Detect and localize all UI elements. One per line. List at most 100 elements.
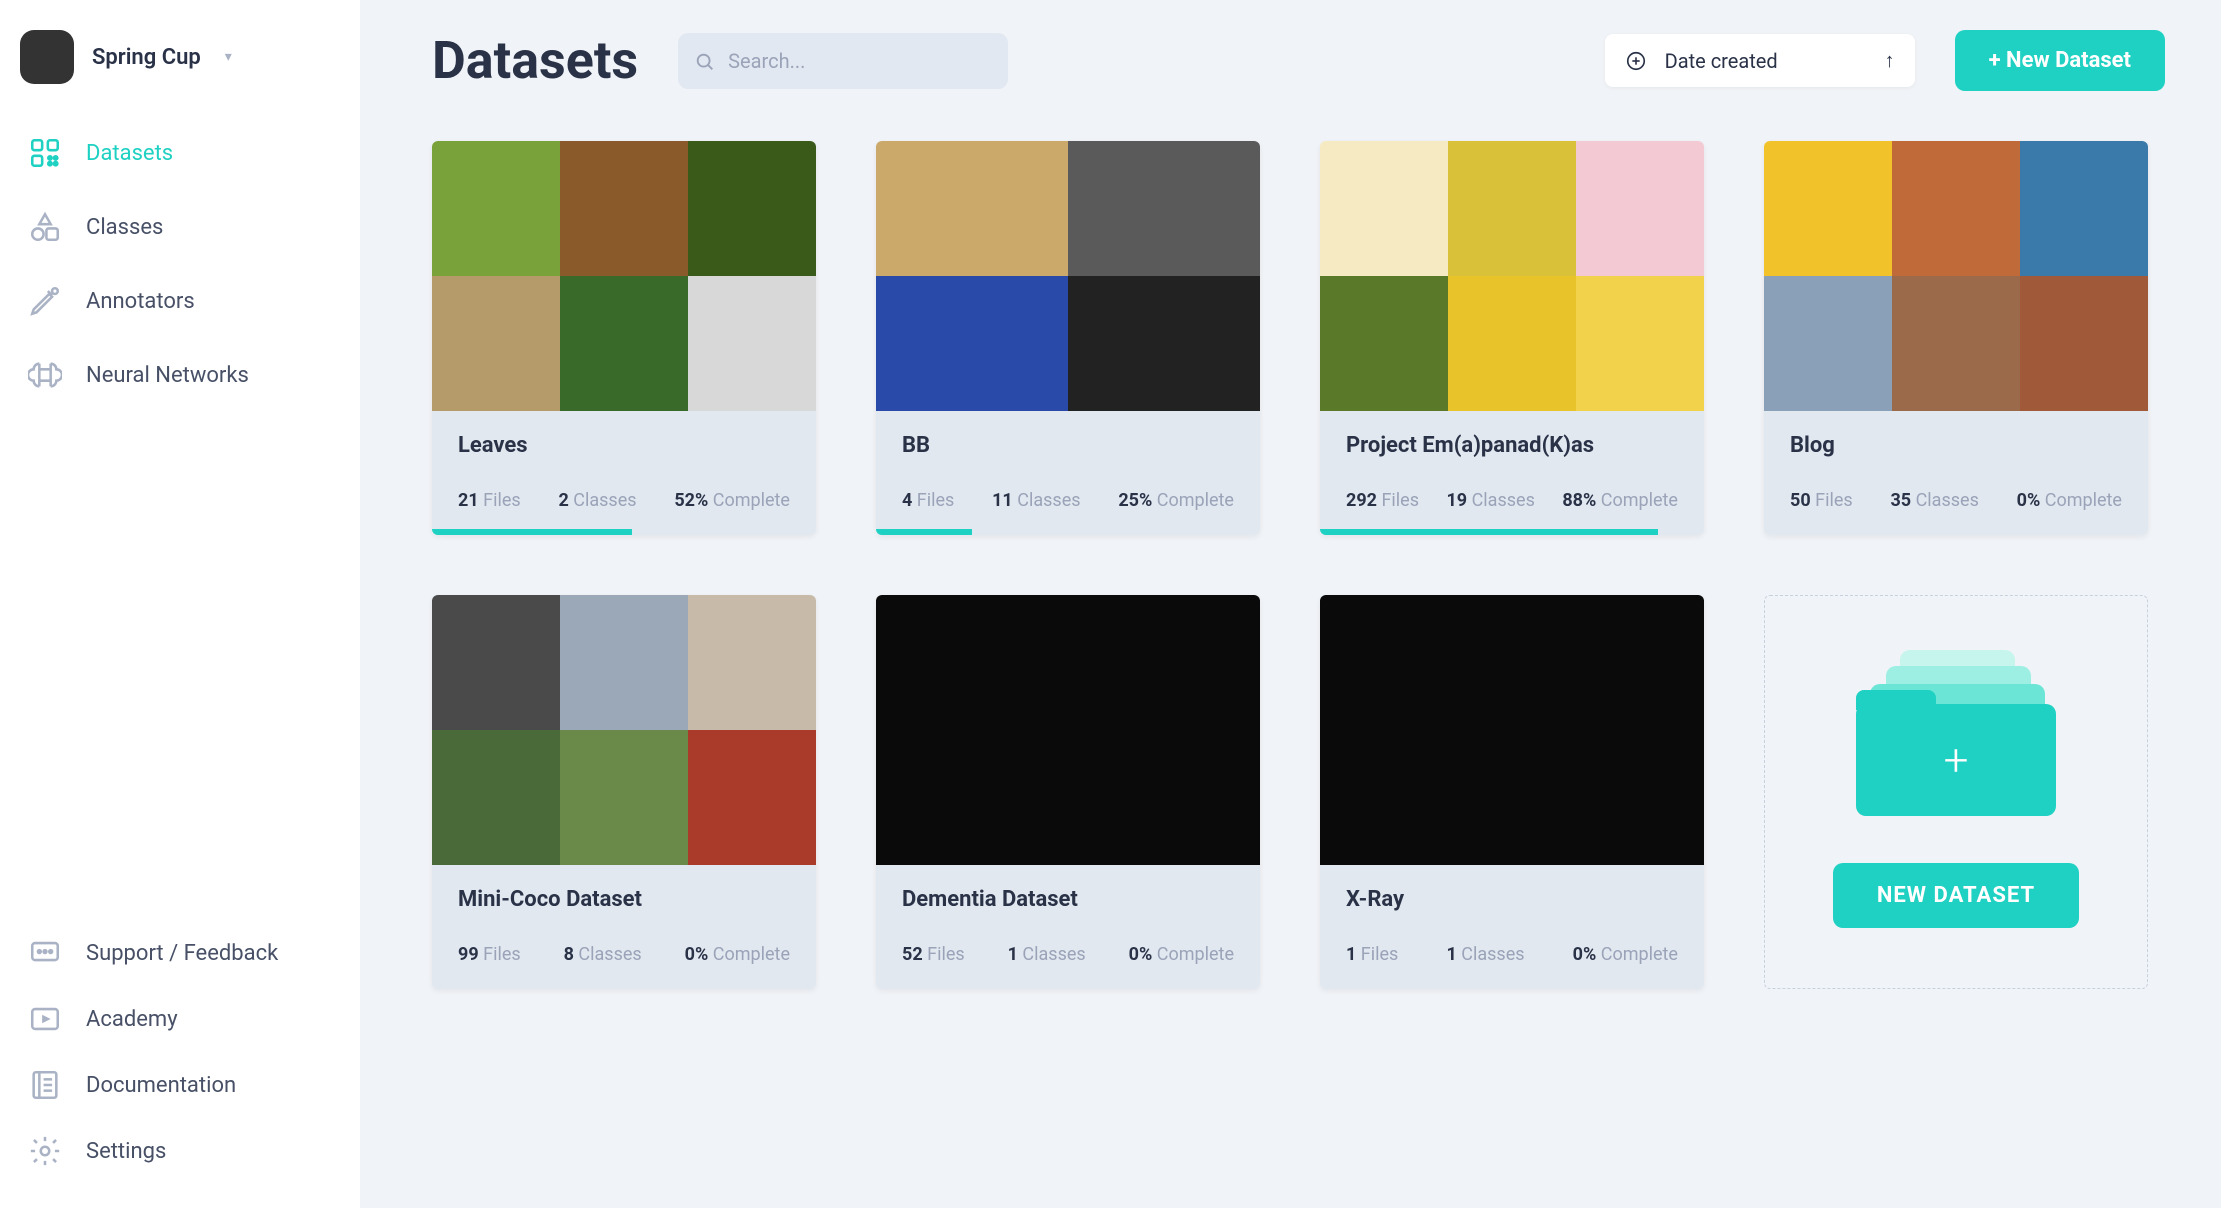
files-stat: 4 Files bbox=[902, 490, 954, 511]
dataset-card[interactable]: X-Ray1 Files1 Classes0% Complete bbox=[1320, 595, 1704, 989]
thumbnail bbox=[1448, 276, 1576, 411]
arrow-up-icon: ↑ bbox=[1885, 48, 1895, 73]
team-switcher[interactable]: Spring Cup ▾ bbox=[0, 18, 360, 108]
complete-stat: 52% Complete bbox=[674, 490, 790, 511]
thumbnail bbox=[560, 276, 688, 411]
thumbnail bbox=[2020, 276, 2148, 411]
dataset-thumbnails bbox=[876, 595, 1260, 865]
dataset-name: BB bbox=[902, 433, 1234, 458]
dataset-grid: Leaves21 Files2 Classes52% CompleteBB4 F… bbox=[432, 141, 2165, 989]
classes-stat: 1 Classes bbox=[1446, 944, 1524, 965]
settings-icon bbox=[28, 1134, 62, 1168]
classes-stat: 19 Classes bbox=[1446, 490, 1534, 511]
progress-bar bbox=[432, 529, 632, 535]
dataset-stats: 4 Files11 Classes25% Complete bbox=[876, 458, 1260, 529]
neural-icon bbox=[28, 358, 62, 392]
dataset-card[interactable]: Blog50 Files35 Classes0% Complete bbox=[1764, 141, 2148, 535]
classes-stat: 2 Classes bbox=[558, 490, 636, 511]
dataset-stats: 292 Files 19 Classes 88% Complete bbox=[1320, 458, 1704, 529]
dataset-name: Dementia Dataset bbox=[902, 887, 1234, 912]
thumbnail bbox=[560, 595, 688, 730]
dataset-name: X-Ray bbox=[1346, 887, 1678, 912]
progress-track bbox=[876, 983, 1260, 989]
thumbnail bbox=[1576, 276, 1704, 411]
progress-track bbox=[1320, 983, 1704, 989]
new-dataset-tile-button[interactable]: NEW DATASET bbox=[1833, 863, 2079, 928]
files-stat: 99 Files bbox=[458, 944, 521, 965]
complete-stat: 0% Complete bbox=[1573, 944, 1678, 965]
dataset-card[interactable]: Project Em(a)panad(K)as 292 Files 19 Class… bbox=[1320, 141, 1704, 535]
thumbnail bbox=[876, 141, 1068, 276]
sort-dropdown[interactable]: Date created ↑ bbox=[1605, 34, 1915, 87]
dataset-stats: 52 Files1 Classes0% Complete bbox=[876, 912, 1260, 983]
datasets-icon bbox=[28, 136, 62, 170]
new-dataset-tile[interactable]: + NEW DATASET bbox=[1764, 595, 2148, 989]
files-stat: 52 Files bbox=[902, 944, 965, 965]
nav-item-neural[interactable]: Neural Networks bbox=[0, 338, 360, 412]
dataset-card[interactable]: Leaves21 Files2 Classes52% Complete bbox=[432, 141, 816, 535]
dataset-thumbnails bbox=[1320, 141, 1704, 411]
thumbnail bbox=[876, 276, 1068, 411]
thumbnail bbox=[876, 730, 1004, 865]
files-stat: 21 Files bbox=[458, 490, 521, 511]
classes-icon bbox=[28, 210, 62, 244]
thumbnail bbox=[2020, 141, 2148, 276]
complete-stat: 25% Complete bbox=[1118, 490, 1234, 511]
thumbnail bbox=[1320, 595, 1704, 865]
nav-label: Documentation bbox=[86, 1073, 236, 1098]
nav-bottom-item-academy[interactable]: Academy bbox=[0, 986, 360, 1052]
complete-stat: 0% Complete bbox=[2017, 490, 2122, 511]
search-input[interactable] bbox=[678, 33, 1008, 89]
nav-bottom: Support / Feedback Academy Documentation Se… bbox=[0, 920, 360, 1184]
progress-track bbox=[876, 529, 1260, 535]
files-stat: 50 Files bbox=[1790, 490, 1853, 511]
classes-stat: 8 Classes bbox=[564, 944, 642, 965]
thumbnail bbox=[432, 595, 560, 730]
feedback-icon bbox=[28, 936, 62, 970]
thumbnail bbox=[560, 730, 688, 865]
thumbnail bbox=[1132, 730, 1260, 865]
dataset-card[interactable]: Dementia Dataset52 Files1 Classes0% Comp… bbox=[876, 595, 1260, 989]
thumbnail bbox=[1764, 276, 1892, 411]
thumbnail bbox=[1004, 595, 1132, 730]
nav-main: DatasetsClasses Annotators Neural Networks bbox=[0, 116, 360, 412]
sort-label: Date created bbox=[1665, 49, 1778, 73]
nav-item-annot[interactable]: Annotators bbox=[0, 264, 360, 338]
new-dataset-button[interactable]: + New Dataset bbox=[1955, 30, 2165, 91]
thumbnail bbox=[1448, 141, 1576, 276]
plus-icon: + bbox=[1944, 734, 1969, 786]
progress-bar bbox=[1320, 529, 1658, 535]
nav-item-datasets[interactable]: Datasets bbox=[0, 116, 360, 190]
new-dataset-illustration: + bbox=[1856, 650, 2056, 815]
progress-track bbox=[1320, 529, 1704, 535]
nav-label: Support / Feedback bbox=[86, 941, 278, 966]
nav-bottom-item-docs[interactable]: Documentation bbox=[0, 1052, 360, 1118]
dataset-card[interactable]: Mini-Coco Dataset99 Files8 Classes0% Com… bbox=[432, 595, 816, 989]
classes-stat: 1 Classes bbox=[1008, 944, 1086, 965]
nav-label: Neural Networks bbox=[86, 363, 249, 388]
nav-bottom-item-settings[interactable]: Settings bbox=[0, 1118, 360, 1184]
dataset-thumbnails bbox=[1764, 141, 2148, 411]
progress-track bbox=[432, 529, 816, 535]
thumbnail bbox=[1004, 730, 1132, 865]
thumbnail bbox=[1068, 141, 1260, 276]
nav-item-classes[interactable]: Classes bbox=[0, 190, 360, 264]
classes-stat: 35 Classes bbox=[1890, 490, 1978, 511]
dataset-thumbnails bbox=[432, 141, 816, 411]
team-avatar bbox=[20, 30, 74, 84]
dataset-card[interactable]: BB4 Files11 Classes25% Complete bbox=[876, 141, 1260, 535]
dataset-stats: 1 Files1 Classes0% Complete bbox=[1320, 912, 1704, 983]
dataset-name: Project Em(a)panad(K)as bbox=[1346, 433, 1678, 458]
dataset-thumbnails bbox=[876, 141, 1260, 411]
thumbnail bbox=[688, 141, 816, 276]
complete-stat: 88% Complete bbox=[1562, 490, 1678, 511]
nav-bottom-item-feedback[interactable]: Support / Feedback bbox=[0, 920, 360, 986]
nav-label: Annotators bbox=[86, 289, 195, 314]
plus-circle-icon bbox=[1625, 50, 1647, 72]
complete-stat: 0% Complete bbox=[685, 944, 790, 965]
files-stat: 292 Files bbox=[1346, 490, 1419, 511]
progress-track bbox=[1764, 529, 2148, 535]
search-icon bbox=[694, 51, 716, 73]
thumbnail bbox=[688, 276, 816, 411]
thumbnail bbox=[1068, 276, 1260, 411]
